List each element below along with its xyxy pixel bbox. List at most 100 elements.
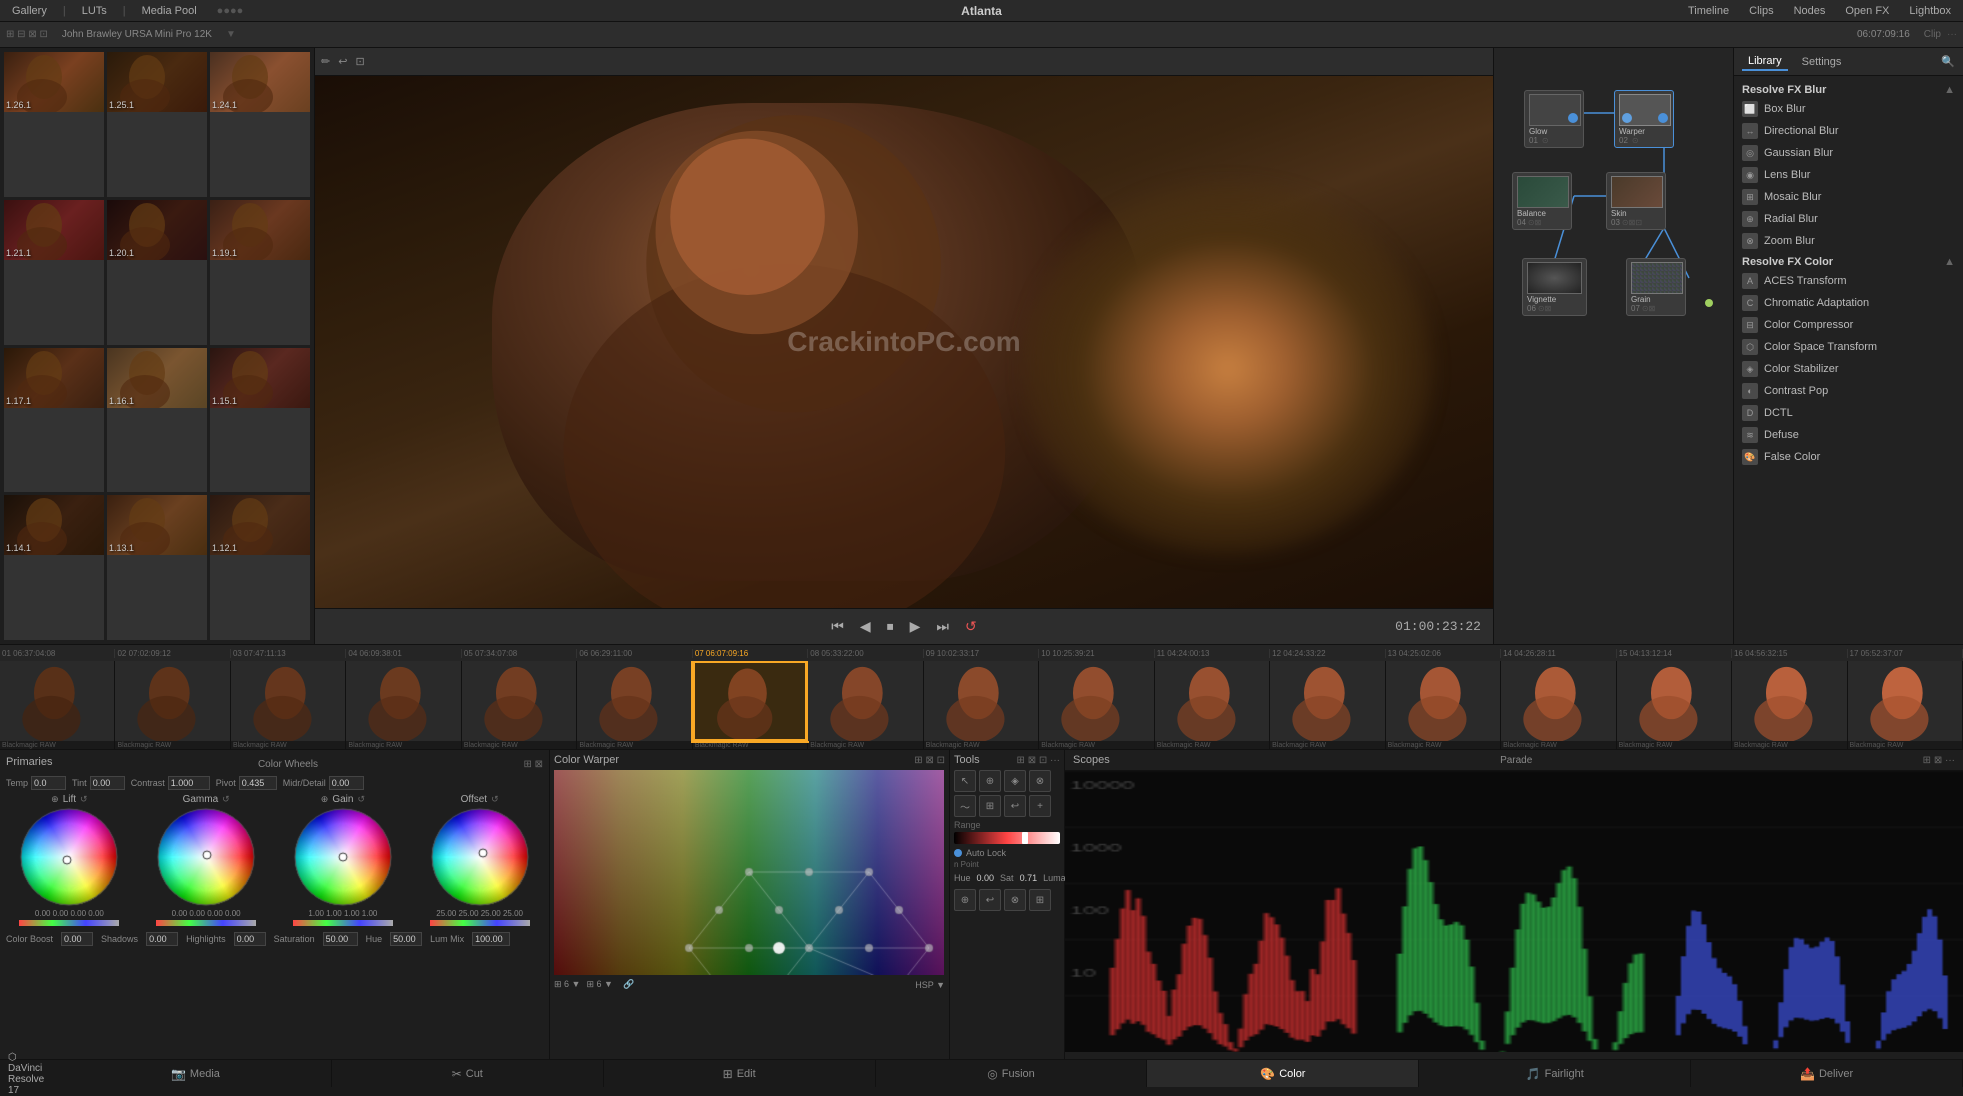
- clip-01[interactable]: Blackmagic RAW: [0, 661, 115, 749]
- tool-extra-3[interactable]: ⊗: [1004, 889, 1026, 911]
- fx-defuse[interactable]: ≋ Defuse: [1734, 424, 1963, 446]
- clip-16[interactable]: Blackmagic RAW: [1732, 661, 1847, 749]
- tab-fairlight[interactable]: 🎵 Fairlight: [1419, 1060, 1691, 1087]
- temp-input[interactable]: [31, 776, 66, 790]
- thumbnail-11[interactable]: 1.12.1: [210, 495, 310, 640]
- loop-btn[interactable]: ↺: [961, 616, 981, 637]
- openfx-btn[interactable]: Open FX: [1841, 4, 1893, 18]
- hsp-label[interactable]: HSP ▼: [915, 980, 945, 990]
- library-tab[interactable]: Library: [1742, 53, 1788, 71]
- gamma-reset-icon[interactable]: ↺: [222, 794, 230, 805]
- tool-extra-1[interactable]: ⊕: [954, 889, 976, 911]
- tab-deliver[interactable]: 📤 Deliver: [1691, 1060, 1963, 1087]
- offset-bar[interactable]: [430, 920, 530, 926]
- clip-12[interactable]: Blackmagic RAW: [1270, 661, 1385, 749]
- viewer-tool-2[interactable]: ↩: [338, 55, 347, 68]
- color-boost-input[interactable]: [61, 932, 93, 946]
- node-skin[interactable]: Skin 03 ⊙⊠⊡: [1606, 172, 1666, 230]
- lift-wheel-canvas[interactable]: [19, 807, 119, 907]
- warper-canvas[interactable]: [554, 770, 944, 975]
- clip-10[interactable]: Blackmagic RAW: [1039, 661, 1154, 749]
- add-tool[interactable]: +: [1029, 795, 1051, 817]
- mid-detail-input[interactable]: [329, 776, 364, 790]
- cursor-tool[interactable]: ↖: [954, 770, 976, 792]
- fx-lens-blur[interactable]: ◉ Lens Blur: [1734, 164, 1963, 186]
- tab-edit[interactable]: ⊞ Edit: [604, 1060, 876, 1087]
- thumbnail-2[interactable]: 1.24.1: [210, 52, 310, 197]
- eyedropper-tool[interactable]: ⊕: [979, 770, 1001, 792]
- clip-07[interactable]: Blackmagic RAW: [693, 661, 808, 749]
- clip-11[interactable]: Blackmagic RAW: [1155, 661, 1270, 749]
- node-editor[interactable]: Glow 01 ⊙ Warper 02 ⊙: [1494, 48, 1733, 644]
- node-glow[interactable]: Glow 01 ⊙: [1524, 90, 1584, 148]
- fx-color-collapse-icon[interactable]: ▲: [1944, 256, 1955, 268]
- fx-zoom-blur[interactable]: ⊗ Zoom Blur: [1734, 230, 1963, 252]
- tools-menu-icons[interactable]: ⊞ ⊠ ⊡ ···: [1017, 755, 1060, 766]
- offset-reset-icon[interactable]: ↺: [491, 794, 499, 805]
- tab-cut[interactable]: ✂ Cut: [332, 1060, 604, 1087]
- tool-extra-2[interactable]: ↩: [979, 889, 1001, 911]
- settings-tab[interactable]: Settings: [1796, 54, 1848, 70]
- contrast-input[interactable]: [168, 776, 210, 790]
- clip-15[interactable]: Blackmagic RAW: [1617, 661, 1732, 749]
- scopes-icons[interactable]: ⊞ ⊠ ···: [1923, 755, 1955, 766]
- node-vignette[interactable]: Vignette 06 ⊙⊠: [1522, 258, 1587, 316]
- prev-frame-btn[interactable]: ◀: [856, 616, 875, 637]
- clip-06[interactable]: Blackmagic RAW: [577, 661, 692, 749]
- library-search-icon[interactable]: 🔍: [1941, 55, 1955, 68]
- play-btn[interactable]: ▶: [906, 616, 925, 637]
- hue-input[interactable]: [390, 932, 422, 946]
- node-warper[interactable]: Warper 02 ⊙: [1614, 90, 1674, 148]
- clip-02[interactable]: Blackmagic RAW: [115, 661, 230, 749]
- viewer-tool-1[interactable]: ✏: [321, 55, 330, 68]
- warper-grid-container[interactable]: [554, 770, 945, 975]
- fx-dctl[interactable]: D DCTL: [1734, 402, 1963, 424]
- tab-fusion[interactable]: ◎ Fusion: [876, 1060, 1148, 1087]
- fx-blur-collapse-icon[interactable]: ▲: [1944, 84, 1955, 96]
- scopes-mode[interactable]: Parade: [1500, 755, 1532, 766]
- clip-08[interactable]: Blackmagic RAW: [808, 661, 923, 749]
- fx-color-stabilizer[interactable]: ◈ Color Stabilizer: [1734, 358, 1963, 380]
- gain-bar[interactable]: [293, 920, 393, 926]
- highlights-input[interactable]: [234, 932, 266, 946]
- fx-aces-transform[interactable]: A ACES Transform: [1734, 270, 1963, 292]
- fx-chromatic-adaptation[interactable]: C Chromatic Adaptation: [1734, 292, 1963, 314]
- more-btn[interactable]: ···: [1947, 29, 1957, 40]
- pivot-input[interactable]: [239, 776, 277, 790]
- viewer-tool-3[interactable]: ⊡: [355, 55, 364, 68]
- select-tool[interactable]: ⊞: [979, 795, 1001, 817]
- thumbnail-1[interactable]: 1.25.1: [107, 52, 207, 197]
- tab-media[interactable]: 📷 Media: [60, 1060, 332, 1087]
- lightbox-btn[interactable]: Lightbox: [1905, 4, 1955, 18]
- lift-reset-icon[interactable]: ↺: [80, 794, 88, 805]
- fx-false-color[interactable]: 🎨 False Color: [1734, 446, 1963, 468]
- clip-05[interactable]: Blackmagic RAW: [462, 661, 577, 749]
- range-bar[interactable]: [954, 832, 1060, 844]
- fx-color-compressor[interactable]: ⊟ Color Compressor: [1734, 314, 1963, 336]
- stop-btn[interactable]: ⏹: [883, 616, 898, 637]
- lum-mix-input[interactable]: [472, 932, 510, 946]
- curve-tool[interactable]: 〜: [954, 795, 976, 817]
- media-pool-btn[interactable]: Media Pool: [138, 4, 201, 18]
- gamma-bar[interactable]: [156, 920, 256, 926]
- fx-contrast-pop[interactable]: ◐ Contrast Pop: [1734, 380, 1963, 402]
- bezier-tool[interactable]: ⊗: [1029, 770, 1051, 792]
- thumbnail-7[interactable]: 1.16.1: [107, 348, 207, 493]
- reset-tool[interactable]: ↩: [1004, 795, 1026, 817]
- luts-btn[interactable]: LUTs: [78, 4, 111, 18]
- thumbnail-9[interactable]: 1.14.1: [4, 495, 104, 640]
- clip-dropdown-icon[interactable]: ▼: [226, 29, 236, 40]
- gamma-wheel-canvas[interactable]: [156, 807, 256, 907]
- skip-start-btn[interactable]: ⏮: [827, 616, 848, 637]
- timeline-btn[interactable]: Timeline: [1684, 4, 1733, 18]
- fx-mosaic-blur[interactable]: ⊞ Mosaic Blur: [1734, 186, 1963, 208]
- thumbnail-6[interactable]: 1.17.1: [4, 348, 104, 493]
- clip-14[interactable]: Blackmagic RAW: [1501, 661, 1616, 749]
- warper-menu-icon[interactable]: ⊞ ⊠ ⊡: [914, 755, 945, 766]
- node-grain[interactable]: Grain 07 ⊙⊠: [1626, 258, 1686, 316]
- saturation-input[interactable]: [323, 932, 358, 946]
- skip-end-btn[interactable]: ⏭: [932, 616, 953, 637]
- thumbnail-3[interactable]: 1.21.1: [4, 200, 104, 345]
- clips-btn[interactable]: Clips: [1745, 4, 1777, 18]
- offset-wheel-canvas[interactable]: [430, 807, 530, 907]
